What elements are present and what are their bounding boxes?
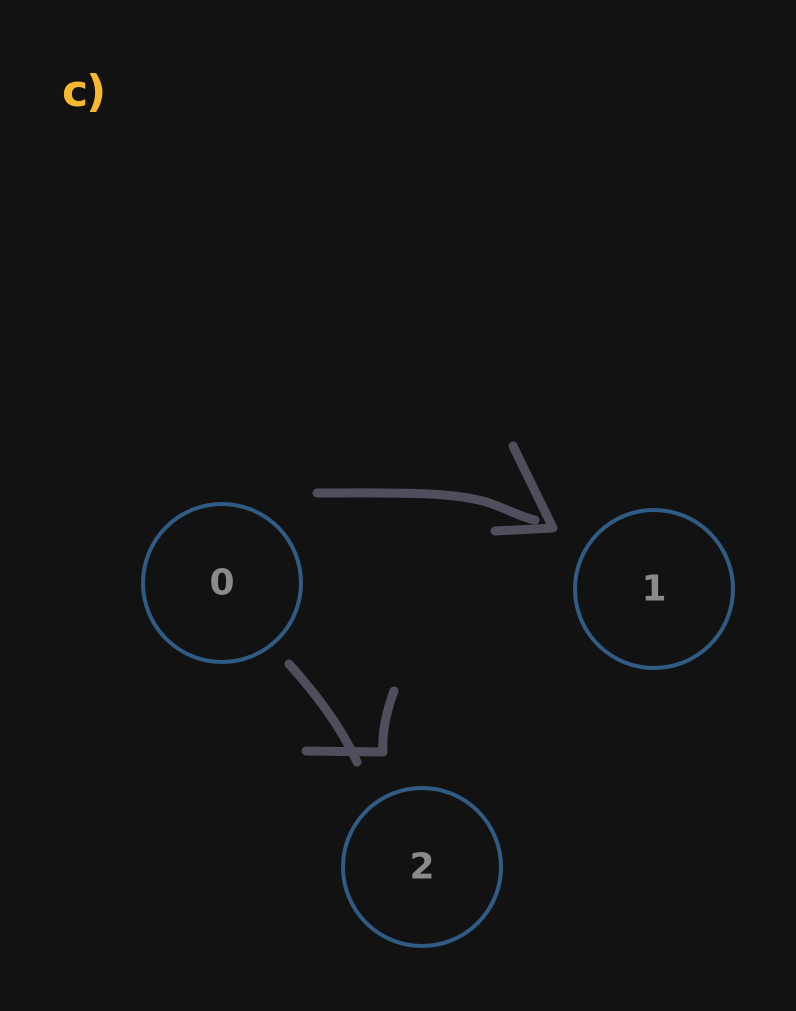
node-0-label: 0 (209, 563, 234, 604)
node-2: 2 (341, 786, 503, 948)
node-1: 1 (573, 508, 735, 670)
edge-0-to-1 (312, 441, 558, 536)
graph-diagram: 0 1 2 (141, 441, 735, 948)
node-0: 0 (141, 502, 303, 664)
edge-0-to-1-line (312, 488, 540, 525)
edge-0-to-2 (284, 659, 399, 767)
node-1-label: 1 (641, 569, 666, 610)
diagram-canvas: c) 0 1 2 (0, 0, 796, 1011)
node-2-label: 2 (409, 847, 434, 888)
